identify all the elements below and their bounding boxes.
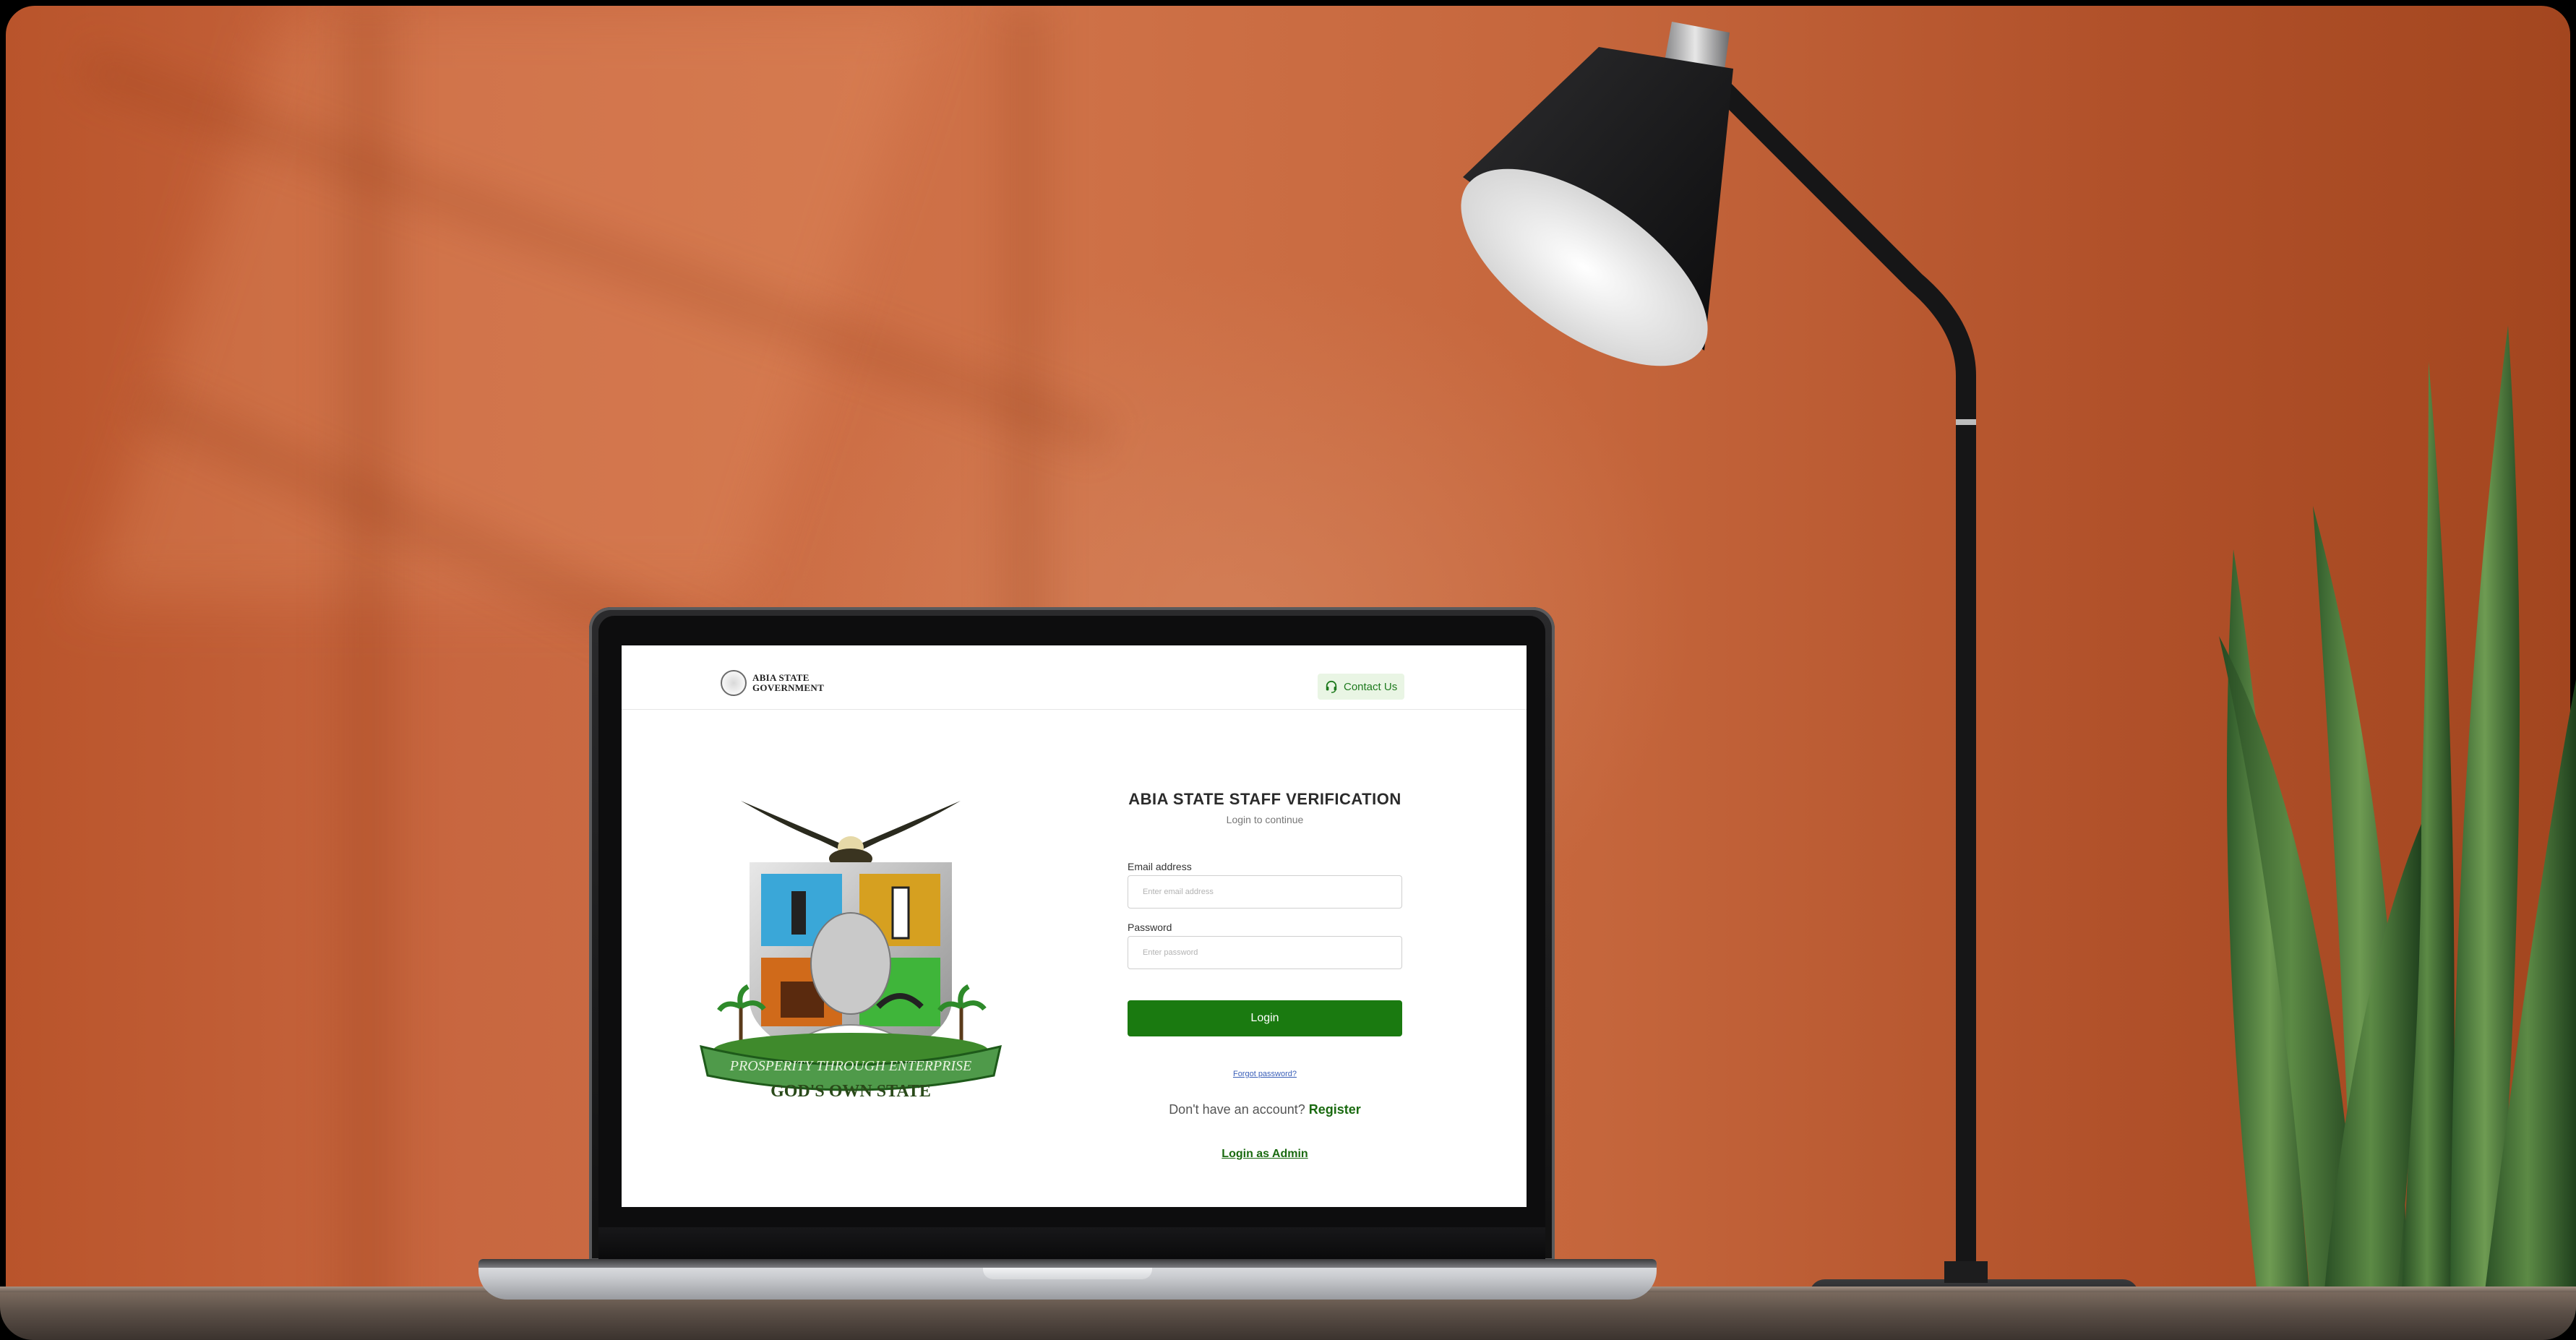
laptop-hinge (478, 1259, 1657, 1268)
page-title: ABIA STATE STAFF VERIFICATION (1128, 790, 1401, 808)
brand-line-1: ABIA STATE (752, 672, 810, 683)
email-label: Email address (1128, 861, 1192, 872)
snake-plant (2219, 325, 2576, 1337)
laptop-chin (598, 1227, 1545, 1259)
laptop-screen: ABIA STATE GOVERNMENT Contact Us PROSPER… (622, 645, 1527, 1207)
register-link[interactable]: Register (1309, 1102, 1361, 1117)
headset-icon (1326, 680, 1337, 693)
mockup-frame: ABIA STATE GOVERNMENT Contact Us PROSPER… (0, 0, 2576, 1340)
crest-motto: PROSPERITY THROUGH ENTERPRISE (729, 1058, 971, 1074)
forgot-password-link[interactable]: Forgot password? (1128, 1070, 1402, 1078)
brand-logo[interactable]: ABIA STATE GOVERNMENT (721, 670, 824, 696)
admin-login-link[interactable]: Login as Admin (1128, 1148, 1402, 1161)
brand-text: ABIA STATE GOVERNMENT (752, 673, 824, 693)
laptop-notch (983, 1268, 1152, 1279)
email-input[interactable] (1128, 875, 1402, 909)
contact-us-label: Contact Us (1344, 680, 1398, 693)
register-prompt: Don't have an account? Register (1128, 1102, 1402, 1117)
eagle-icon (741, 801, 961, 869)
no-account-text: Don't have an account? (1169, 1102, 1305, 1117)
crest-tagline: GOD'S OWN STATE (770, 1082, 931, 1101)
seal-icon (721, 670, 747, 696)
page-subtitle: Login to continue (1226, 814, 1304, 825)
top-navbar: ABIA STATE GOVERNMENT Contact Us (622, 645, 1527, 710)
password-input[interactable] (1128, 936, 1402, 969)
login-button[interactable]: Login (1128, 1000, 1402, 1036)
contact-us-button[interactable]: Contact Us (1318, 674, 1405, 700)
abia-state-crest: PROSPERITY THROUGH ENTERPRISE GOD'S OWN … (700, 801, 1002, 1101)
brand-line-2: GOVERNMENT (752, 682, 825, 693)
window-shadow (338, 6, 396, 1334)
password-label: Password (1128, 922, 1172, 933)
